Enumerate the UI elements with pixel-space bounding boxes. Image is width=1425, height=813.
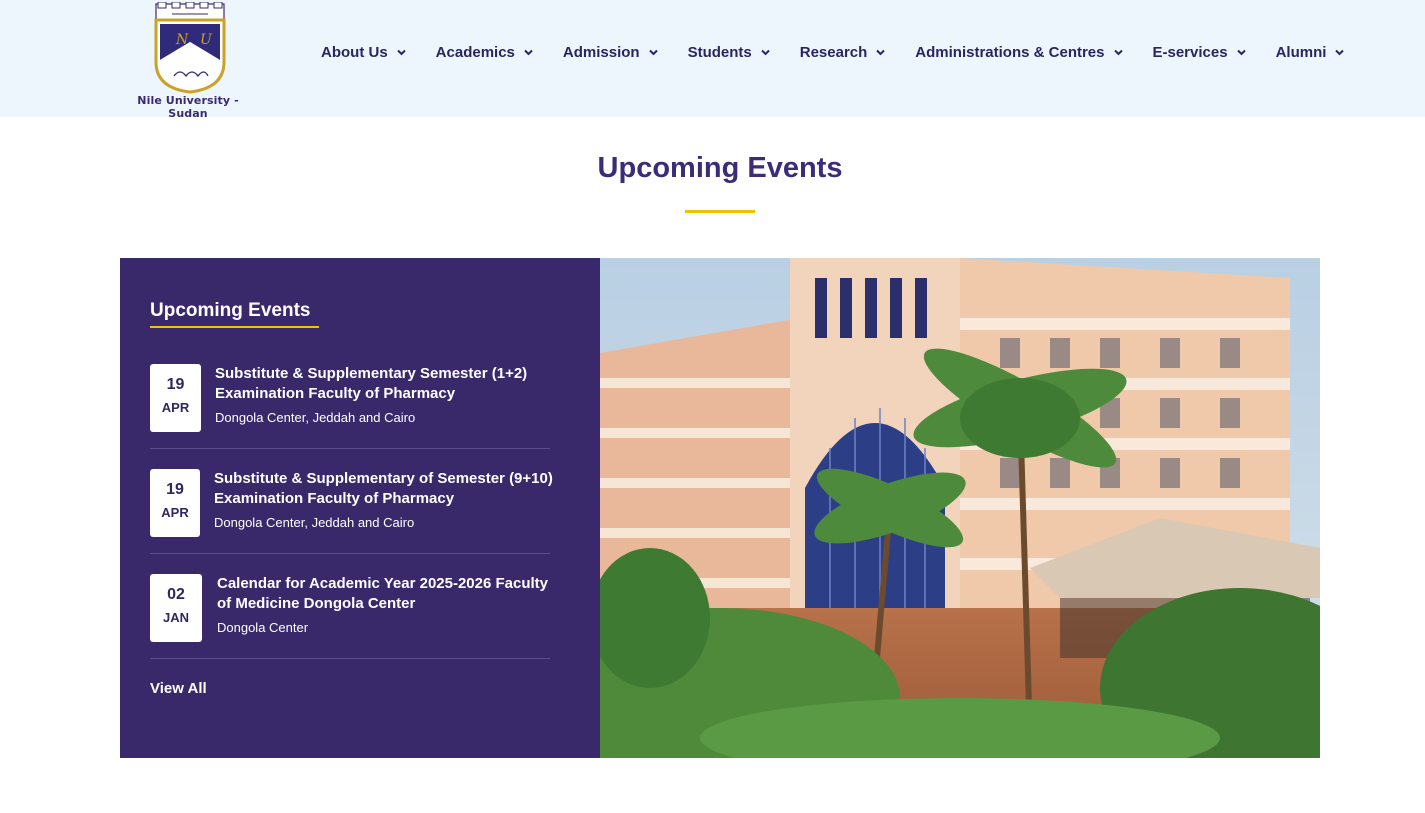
event-month: APR — [161, 400, 190, 415]
chevron-down-icon — [648, 49, 658, 56]
nav-label: Academics — [435, 44, 515, 61]
event-date-badge: 19 APR — [150, 364, 201, 432]
campus-photo — [600, 258, 1320, 758]
chevron-down-icon — [761, 49, 770, 56]
nav-e-services[interactable]: E-services — [1153, 44, 1246, 61]
nav-about-us[interactable]: About Us — [321, 44, 406, 61]
nav-research[interactable]: Research — [800, 44, 886, 61]
nav-students[interactable]: Students — [688, 44, 770, 61]
chevron-down-icon — [876, 49, 886, 56]
chevron-down-icon — [1335, 49, 1345, 56]
event-location: Dongola Center, Jeddah and Cairo — [214, 515, 415, 530]
nav-label: Administrations & Centres — [915, 44, 1105, 61]
nav-label: Alumni — [1275, 44, 1327, 61]
event-item[interactable]: 19 APR Substitute & Supplementary Semest… — [150, 364, 550, 449]
chevron-down-icon — [396, 49, 406, 56]
event-title[interactable]: Calendar for Academic Year 2025-2026 Fac… — [217, 574, 557, 614]
event-date-badge: 19 APR — [150, 469, 200, 537]
event-day: 19 — [166, 376, 185, 393]
nav-administrations-centres[interactable]: Administrations & Centres — [915, 44, 1123, 61]
event-title[interactable]: Substitute & Supplementary of Semester (… — [214, 469, 554, 509]
chevron-down-icon — [524, 49, 533, 56]
event-day: 02 — [167, 586, 185, 603]
section-title: Upcoming Events — [597, 152, 843, 184]
nav-academics[interactable]: Academics — [436, 44, 533, 61]
event-location: Dongola Center, Jeddah and Cairo — [215, 410, 416, 425]
panel-heading-underline — [150, 326, 319, 328]
chevron-down-icon — [1236, 49, 1246, 56]
svg-text:U: U — [200, 32, 213, 48]
nile-university-crest-icon: N U — [154, 2, 226, 94]
event-month: APR — [161, 505, 189, 520]
nav-label: E-services — [1152, 44, 1228, 61]
logo-text: Nile University - Sudan — [137, 94, 239, 120]
nav-label: Students — [687, 44, 752, 61]
view-all-link[interactable]: View All — [150, 680, 207, 697]
event-item[interactable]: 02 JAN Calendar for Academic Year 2025-2… — [150, 574, 550, 659]
university-logo[interactable]: N U Nile University - Sudan — [118, 2, 258, 120]
site-header: N U Nile University - Sudan About Us Aca… — [0, 0, 1425, 120]
event-title[interactable]: Substitute & Supplementary Semester (1+2… — [215, 364, 555, 404]
panel-heading: Upcoming Events — [150, 300, 311, 321]
event-date-badge: 02 JAN — [150, 574, 202, 642]
chevron-down-icon — [1113, 49, 1123, 56]
title-underline — [685, 210, 755, 213]
main-nav: About Us Academics Admission Students Re… — [321, 44, 1345, 61]
nav-label: Admission — [562, 44, 640, 61]
nav-label: About Us — [321, 44, 388, 61]
nav-admission[interactable]: Admission — [563, 44, 658, 61]
svg-text:N: N — [175, 32, 189, 48]
event-item[interactable]: 19 APR Substitute & Supplementary of Sem… — [150, 469, 553, 554]
event-day: 19 — [166, 481, 184, 498]
campus-building-image — [600, 258, 1320, 758]
events-panel: Upcoming Events 19 APR Substitute & Supp… — [120, 258, 600, 758]
nav-label: Research — [799, 44, 868, 61]
event-month: JAN — [162, 610, 189, 625]
event-location: Dongola Center — [217, 620, 309, 635]
nav-alumni[interactable]: Alumni — [1276, 44, 1345, 61]
